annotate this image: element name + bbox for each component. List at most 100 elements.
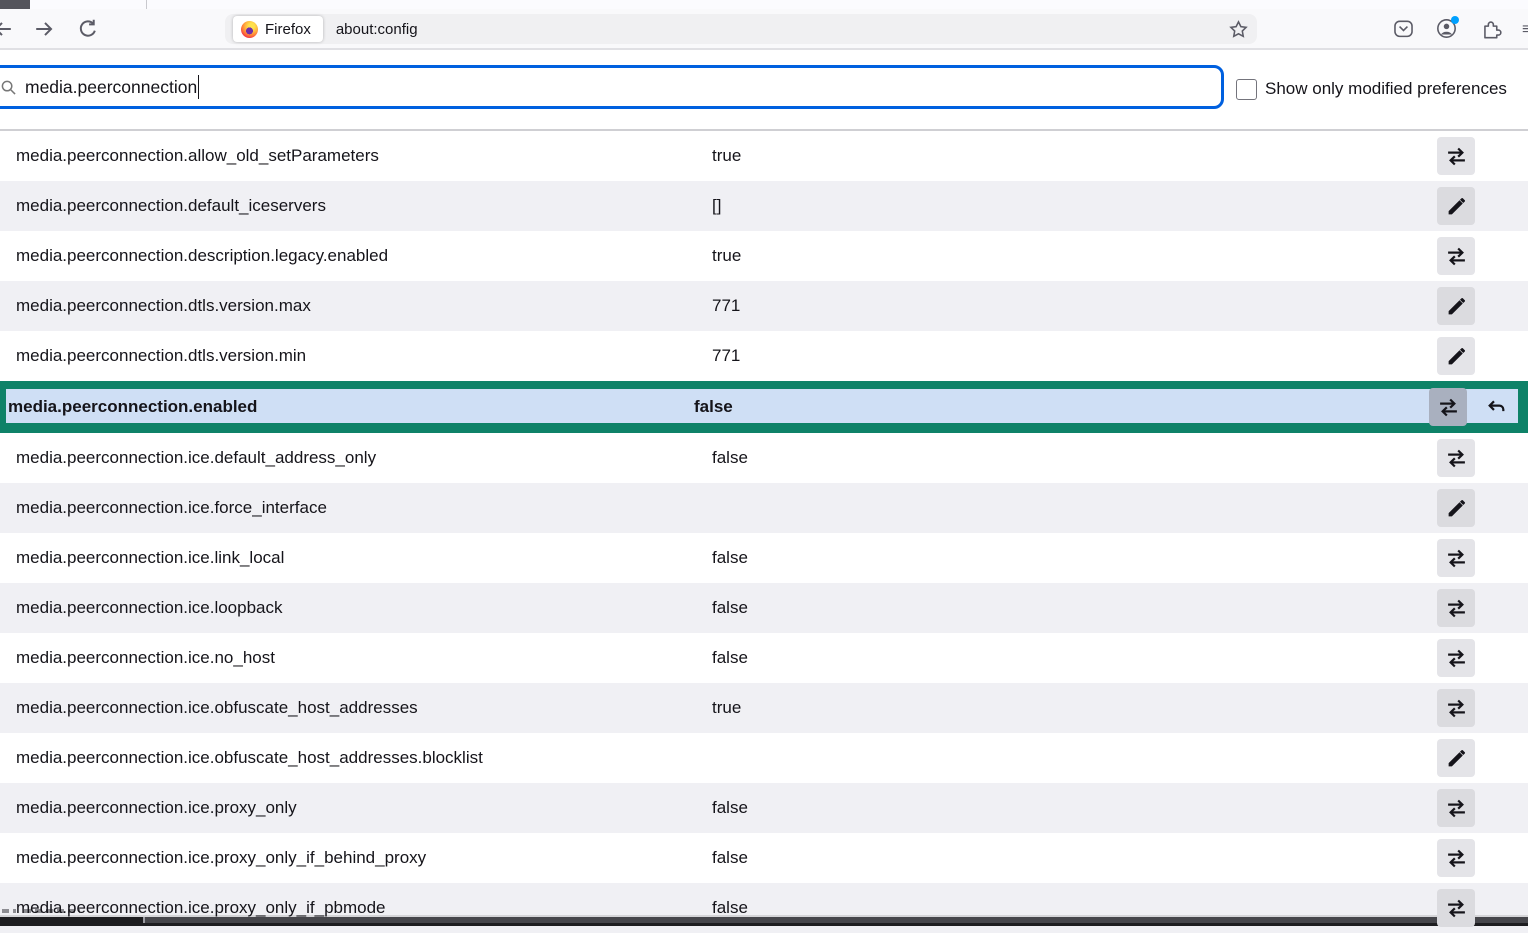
pref-value: true: [712, 698, 1432, 718]
pref-row[interactable]: media.peerconnection.ice.force_interface: [0, 483, 1528, 533]
pref-actions: [1432, 789, 1528, 827]
pref-actions: [1429, 388, 1515, 426]
pref-name: media.peerconnection.ice.obfuscate_host_…: [0, 748, 712, 768]
pref-row[interactable]: media.peerconnection.ice.link_local fals…: [0, 533, 1528, 583]
tab-strip: [0, 0, 1528, 9]
pref-actions: [1432, 439, 1528, 477]
pref-name: media.peerconnection.ice.proxy_only_if_p…: [0, 898, 712, 918]
pref-row[interactable]: media.peerconnection.ice.no_host false: [0, 633, 1528, 683]
pref-actions: [1432, 287, 1528, 325]
pref-name: media.peerconnection.ice.proxy_only_if_b…: [0, 848, 712, 868]
forward-icon[interactable]: [34, 18, 56, 40]
pref-value: 771: [712, 346, 1432, 366]
browser-toolbar: Firefox about:config ≡: [0, 9, 1528, 50]
toggle-pref-button[interactable]: [1437, 839, 1475, 877]
pref-value: false: [712, 448, 1432, 468]
pref-row[interactable]: media.peerconnection.description.legacy.…: [0, 231, 1528, 281]
pref-name: media.peerconnection.ice.loopback: [0, 598, 712, 618]
site-identity-chip[interactable]: Firefox: [233, 16, 323, 42]
pref-row[interactable]: media.peerconnection.ice.default_address…: [0, 433, 1528, 483]
text-caret: [198, 75, 199, 99]
pref-name: media.peerconnection.ice.no_host: [0, 648, 712, 668]
pref-name: media.peerconnection.ice.default_address…: [0, 448, 712, 468]
pref-row[interactable]: media.peerconnection.dtls.version.max 77…: [0, 281, 1528, 331]
site-identity-label: Firefox: [265, 21, 311, 38]
firefox-favicon-icon: [241, 21, 258, 38]
pref-name: media.peerconnection.default_iceservers: [0, 196, 712, 216]
pref-actions: [1432, 889, 1528, 927]
pref-row[interactable]: media.peerconnection.ice.obfuscate_host_…: [0, 733, 1528, 783]
account-notification-dot: [1451, 16, 1459, 24]
pref-row[interactable]: media.peerconnection.dtls.version.min 77…: [0, 331, 1528, 381]
toggle-pref-button[interactable]: [1437, 439, 1475, 477]
pref-value: true: [712, 246, 1432, 266]
toggle-pref-button[interactable]: [1437, 237, 1475, 275]
toggle-pref-button[interactable]: [1429, 388, 1467, 426]
pref-actions: [1432, 689, 1528, 727]
pref-actions: [1432, 337, 1528, 375]
pref-value: 771: [712, 296, 1432, 316]
pref-actions: [1432, 739, 1528, 777]
pref-value: false: [712, 548, 1432, 568]
pref-value: true: [712, 146, 1432, 166]
edit-pref-button[interactable]: [1437, 489, 1475, 527]
reload-icon[interactable]: [77, 18, 99, 40]
toggle-pref-button[interactable]: [1437, 789, 1475, 827]
pref-row[interactable]: media.peerconnection.allow_old_setParame…: [0, 131, 1528, 181]
pref-value: false: [712, 898, 1432, 918]
pref-name: media.peerconnection.enabled: [0, 397, 694, 417]
pref-name: media.peerconnection.ice.proxy_only: [0, 798, 712, 818]
toggle-pref-button[interactable]: [1437, 589, 1475, 627]
show-modified-checkbox[interactable]: [1236, 79, 1257, 100]
pref-row[interactable]: media.peerconnection.ice.obfuscate_host_…: [0, 683, 1528, 733]
pref-value: false: [712, 648, 1432, 668]
pocket-icon[interactable]: [1393, 18, 1414, 39]
pref-value: []: [712, 196, 1432, 216]
bookmark-star-icon[interactable]: [1229, 20, 1248, 39]
pref-name: media.peerconnection.allow_old_setParame…: [0, 146, 712, 166]
pref-row[interactable]: media.peerconnection.ice.loopback false: [0, 583, 1528, 633]
search-input-value: media.peerconnection: [25, 77, 197, 98]
pref-name: media.peerconnection.dtls.version.min: [0, 346, 712, 366]
show-modified-label[interactable]: Show only modified preferences: [1265, 79, 1507, 99]
pref-name: media.peerconnection.ice.obfuscate_host_…: [0, 698, 712, 718]
pref-value: false: [712, 798, 1432, 818]
pref-row[interactable]: media.peerconnection.default_iceservers …: [0, 181, 1528, 231]
toggle-pref-button[interactable]: [1437, 137, 1475, 175]
pref-actions: [1432, 839, 1528, 877]
toggle-pref-button[interactable]: [1437, 889, 1475, 927]
extensions-puzzle-icon[interactable]: [1481, 18, 1502, 39]
pref-value: false: [694, 397, 1528, 417]
pref-name: media.peerconnection.dtls.version.max: [0, 296, 712, 316]
prefs-table: media.peerconnection.allow_old_setParame…: [0, 129, 1528, 933]
edit-pref-button[interactable]: [1437, 337, 1475, 375]
pref-actions: [1432, 187, 1528, 225]
pref-name: media.peerconnection.ice.link_local: [0, 548, 712, 568]
pref-row[interactable]: media.peerconnection.ice.proxy_only_if_b…: [0, 833, 1528, 883]
search-input[interactable]: media.peerconnection: [0, 65, 1224, 109]
pref-value: false: [712, 848, 1432, 868]
pref-actions: [1432, 489, 1528, 527]
toggle-pref-button[interactable]: [1437, 639, 1475, 677]
menu-icon[interactable]: ≡: [1522, 21, 1528, 37]
reset-pref-button[interactable]: [1477, 388, 1515, 426]
pref-row[interactable]: media.peerconnection.enabled false: [0, 381, 1528, 433]
pref-name: media.peerconnection.description.legacy.…: [0, 246, 712, 266]
pref-actions: [1432, 639, 1528, 677]
toggle-pref-button[interactable]: [1437, 539, 1475, 577]
url-bar[interactable]: Firefox about:config: [225, 14, 1257, 44]
toggle-pref-button[interactable]: [1437, 689, 1475, 727]
pref-actions: [1432, 589, 1528, 627]
pref-name: media.peerconnection.ice.force_interface: [0, 498, 712, 518]
edit-pref-button[interactable]: [1437, 187, 1475, 225]
tab-separator: [146, 0, 147, 9]
pref-actions: [1432, 137, 1528, 175]
edit-pref-button[interactable]: [1437, 739, 1475, 777]
pref-row[interactable]: media.peerconnection.ice.proxy_only fals…: [0, 783, 1528, 833]
pref-actions: [1432, 539, 1528, 577]
pref-value: false: [712, 598, 1432, 618]
url-text: about:config: [336, 21, 418, 38]
back-icon[interactable]: [0, 18, 13, 40]
account-icon[interactable]: [1436, 18, 1457, 39]
edit-pref-button[interactable]: [1437, 287, 1475, 325]
